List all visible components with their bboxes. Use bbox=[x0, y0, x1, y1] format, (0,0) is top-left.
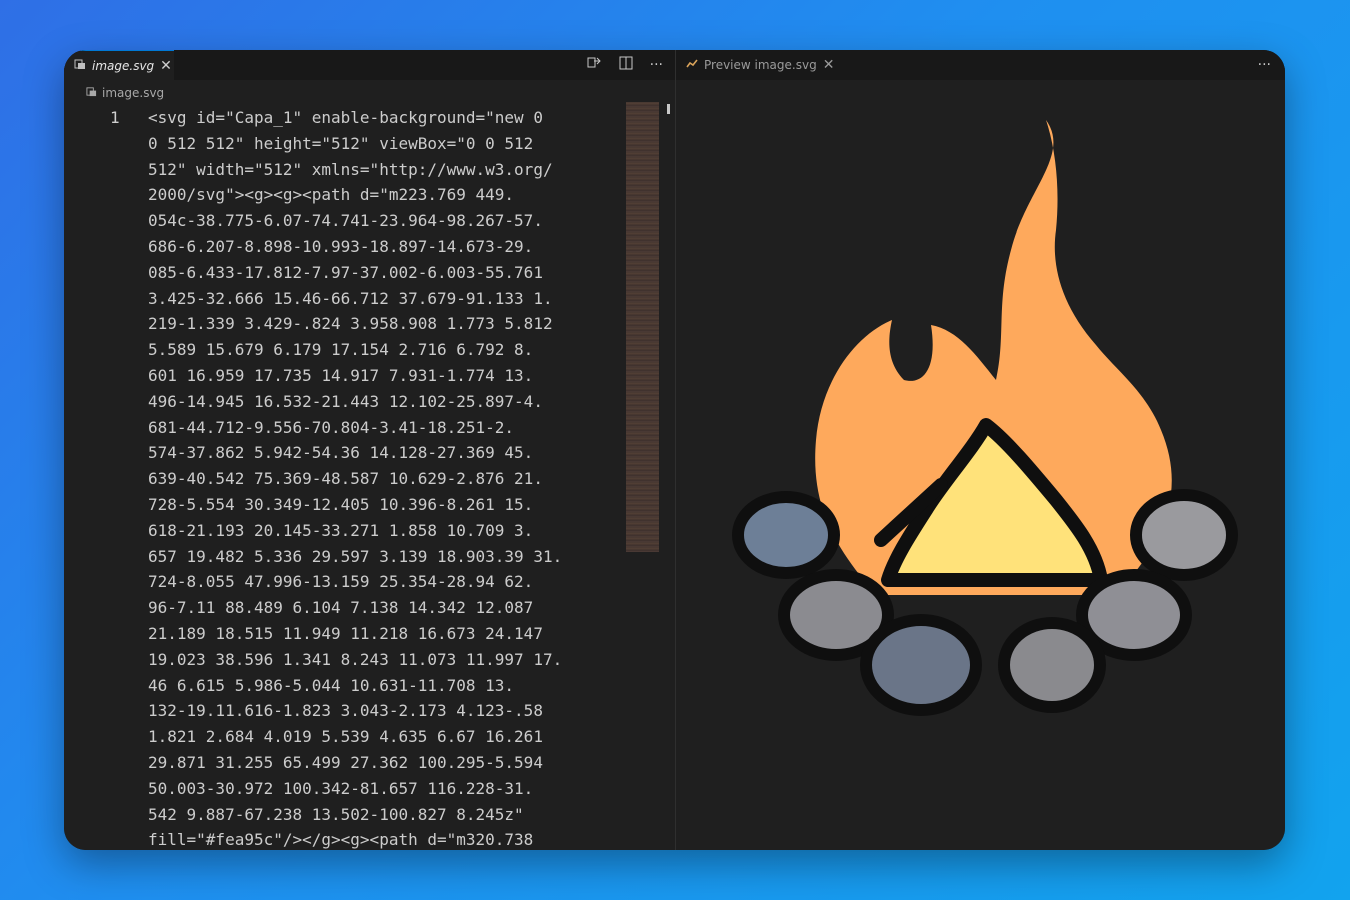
code-line: 50.003-30.972 100.342-81.657 116.228-31. bbox=[148, 778, 534, 798]
compare-icon[interactable] bbox=[586, 55, 602, 75]
code-line: 681-44.712-9.556-70.804-3.41-18.251-2. bbox=[148, 417, 515, 437]
code-line: 219-1.339 3.429-.824 3.958.908 1.773 5.8… bbox=[148, 314, 553, 334]
tab-preview[interactable]: Preview image.svg ✕ bbox=[676, 50, 846, 80]
tab-label: image.svg bbox=[92, 58, 155, 73]
code-line: fill="#fea95c"/></g><g><path d="m320.738 bbox=[148, 830, 534, 850]
code-line: 496-14.945 16.532-21.443 12.102-25.897-4… bbox=[148, 391, 543, 411]
svg-file-icon bbox=[86, 86, 97, 100]
preview-icon bbox=[686, 58, 698, 73]
close-tab-icon[interactable]: ✕ bbox=[160, 59, 172, 73]
code-line: 686-6.207-8.898-10.993-18.897-14.673-29. bbox=[148, 236, 534, 256]
code-line: 601 16.959 17.735 14.917 7.931-1.774 13. bbox=[148, 365, 534, 385]
code-editor-pane: image.svg ✕ ··· image.svg 1 <svg id="Cap… bbox=[64, 50, 675, 850]
code-area[interactable]: 1 <svg id="Capa_1" enable-background="ne… bbox=[64, 105, 675, 850]
code-block[interactable]: <svg id="Capa_1" enable-background="new … bbox=[148, 105, 628, 850]
stone-left bbox=[732, 491, 840, 579]
preview-tabbar: Preview image.svg ✕ ··· bbox=[676, 50, 1285, 80]
split-editor-icon[interactable] bbox=[618, 55, 634, 75]
stone-front-left bbox=[860, 614, 982, 716]
preview-actions: ··· bbox=[1258, 50, 1271, 80]
code-line: 21.189 18.515 11.949 11.218 16.673 24.14… bbox=[148, 623, 543, 643]
code-line: 728-5.554 30.349-12.405 10.396-8.261 15. bbox=[148, 494, 534, 514]
stone-right bbox=[1130, 489, 1238, 581]
code-line: 542 9.887-67.238 13.502-100.827 8.245z" bbox=[148, 804, 524, 824]
campfire-icon bbox=[732, 120, 1238, 716]
more-actions-icon[interactable]: ··· bbox=[1258, 57, 1271, 73]
code-line: 618-21.193 20.145-33.271 1.858 10.709 3. bbox=[148, 520, 534, 540]
code-line: 29.871 31.255 65.499 27.362 100.295-5.59… bbox=[148, 752, 543, 772]
more-actions-icon[interactable]: ··· bbox=[650, 57, 663, 73]
svg-file-icon bbox=[74, 58, 86, 73]
minimap[interactable] bbox=[626, 102, 659, 552]
code-line: 19.023 38.596 1.341 8.243 11.073 11.997 … bbox=[148, 649, 563, 669]
code-line: 96-7.11 88.489 6.104 7.138 14.342 12.087 bbox=[148, 598, 534, 618]
editor-window: image.svg ✕ ··· image.svg 1 <svg id="Cap… bbox=[64, 50, 1285, 850]
preview-pane: Preview image.svg ✕ ··· bbox=[676, 50, 1285, 850]
svg-preview bbox=[676, 80, 1285, 850]
code-line: 724-8.055 47.996-13.159 25.354-28.94 62. bbox=[148, 572, 534, 592]
code-line: 512" width="512" xmlns="http://www.w3.or… bbox=[148, 159, 553, 179]
code-line: 1.821 2.684 4.019 5.539 4.635 6.67 16.26… bbox=[148, 727, 543, 747]
close-tab-icon[interactable]: ✕ bbox=[823, 58, 835, 72]
editor-actions: ··· bbox=[586, 50, 663, 80]
breadcrumb-label[interactable]: image.svg bbox=[102, 86, 164, 100]
editor-tabbar: image.svg ✕ ··· bbox=[64, 50, 675, 80]
code-line: 085-6.433-17.812-7.97-37.002-6.003-55.76… bbox=[148, 262, 543, 282]
code-line: 054c-38.775-6.07-74.741-23.964-98.267-57… bbox=[148, 211, 543, 231]
tab-label: Preview image.svg bbox=[704, 58, 817, 72]
line-number: 1 bbox=[110, 108, 120, 127]
code-line: <svg id="Capa_1" enable-background="new … bbox=[148, 108, 543, 127]
code-line: 132-19.11.616-1.823 3.043-2.173 4.123-.5… bbox=[148, 701, 543, 721]
code-line: 5.589 15.679 6.179 17.154 2.716 6.792 8. bbox=[148, 340, 534, 360]
code-line: 639-40.542 75.369-48.587 10.629-2.876 21… bbox=[148, 469, 543, 489]
code-line: 657 19.482 5.336 29.597 3.139 18.903.39 … bbox=[148, 546, 563, 566]
tab-image-svg[interactable]: image.svg ✕ bbox=[64, 50, 174, 80]
scrollbar-thumb[interactable] bbox=[667, 104, 670, 114]
code-line: 3.425-32.666 15.46-66.712 37.679-91.133 … bbox=[148, 288, 553, 308]
code-line: 0 512 512" height="512" viewBox="0 0 512 bbox=[148, 133, 534, 153]
code-line: 574-37.862 5.942-54.36 14.128-27.369 45. bbox=[148, 443, 534, 463]
code-line: 2000/svg"><g><g><path d="m223.769 449. bbox=[148, 185, 515, 205]
code-line: 46 6.615 5.986-5.044 10.631-11.708 13. bbox=[148, 675, 515, 695]
breadcrumb: image.svg bbox=[86, 84, 164, 102]
stone-front-right bbox=[998, 617, 1106, 713]
